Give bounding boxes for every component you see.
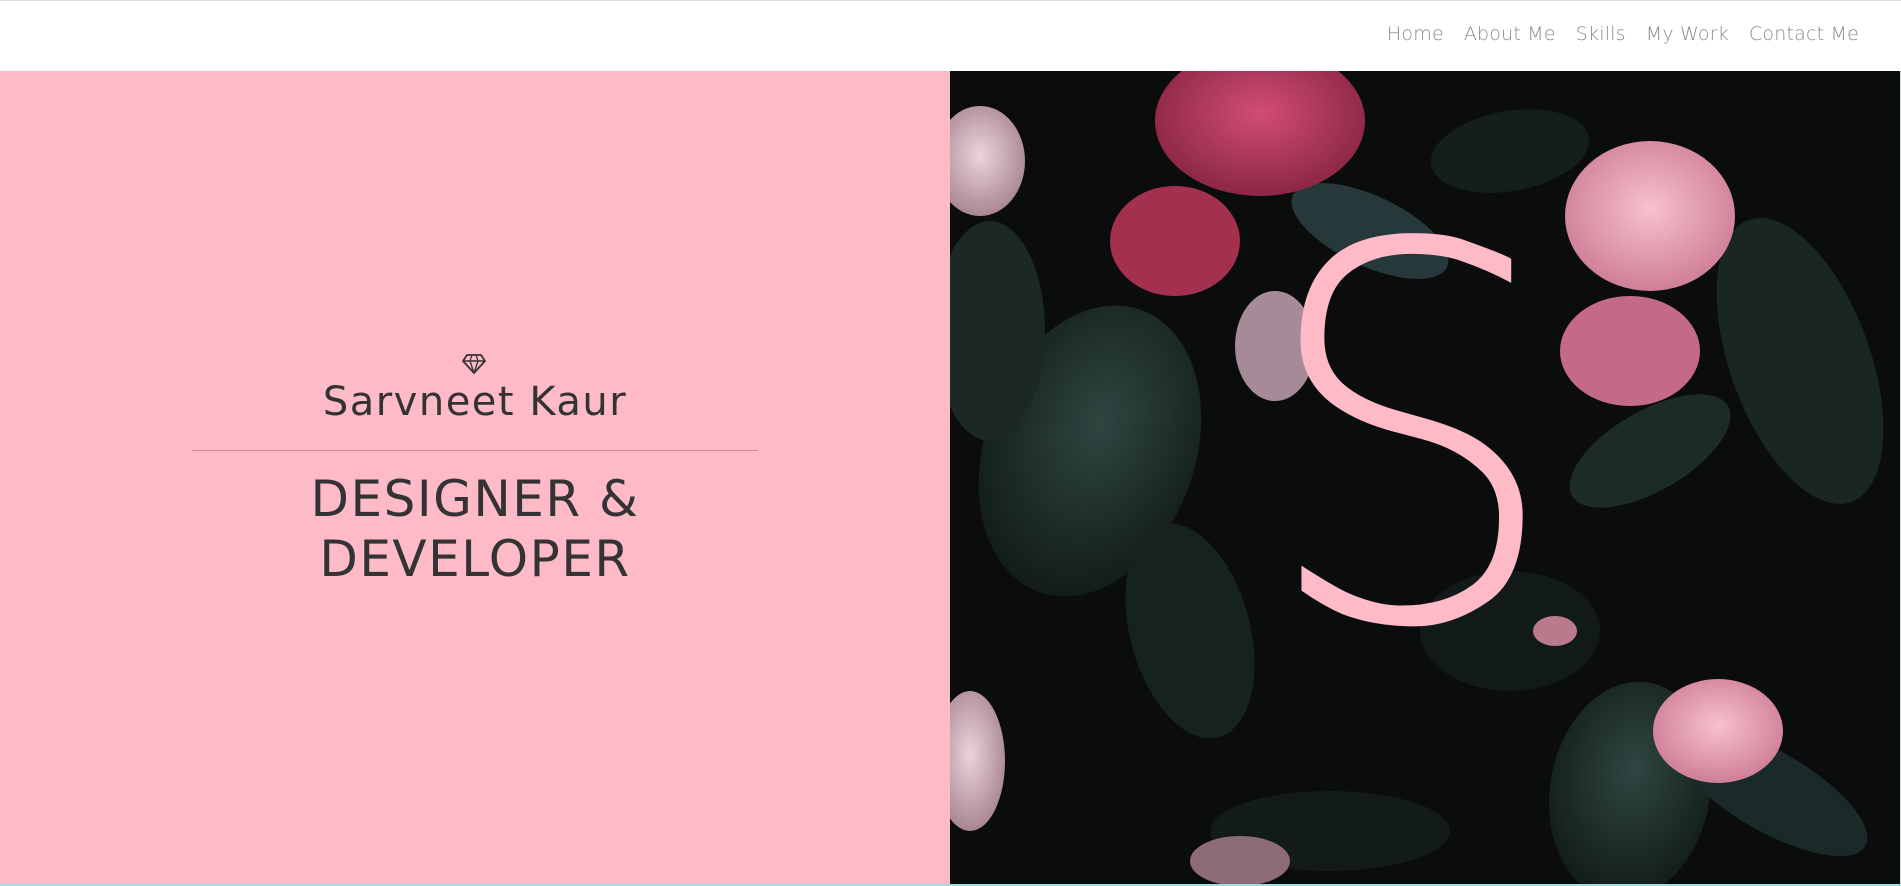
nav-link-skills[interactable]: Skills — [1566, 23, 1636, 45]
role-title: DESIGNER & DEVELOPER — [0, 469, 950, 589]
portfolio-page: Home About Me Skills My Work Contact Me … — [0, 0, 1901, 886]
intro-content: Sarvneet Kaur DESIGNER & DEVELOPER — [0, 71, 950, 886]
owner-name: Sarvneet Kaur — [322, 379, 628, 425]
intro-panel: Sarvneet Kaur DESIGNER & DEVELOPER — [0, 71, 950, 886]
name-divider — [192, 450, 758, 451]
gem-icon — [462, 354, 486, 374]
role-line-1: DESIGNER & — [310, 470, 640, 528]
monogram-letter: S — [1258, 136, 1562, 742]
nav-link-home[interactable]: Home — [1377, 23, 1454, 45]
nav-link-about-me[interactable]: About Me — [1454, 23, 1566, 45]
photo-panel: S — [950, 71, 1900, 886]
nav-links: Home About Me Skills My Work Contact Me — [1377, 23, 1869, 45]
nav-link-contact-me[interactable]: Contact Me — [1739, 23, 1869, 45]
nav-link-my-work[interactable]: My Work — [1636, 23, 1739, 45]
role-line-2: DEVELOPER — [319, 530, 631, 588]
top-navbar: Home About Me Skills My Work Contact Me — [0, 0, 1901, 71]
